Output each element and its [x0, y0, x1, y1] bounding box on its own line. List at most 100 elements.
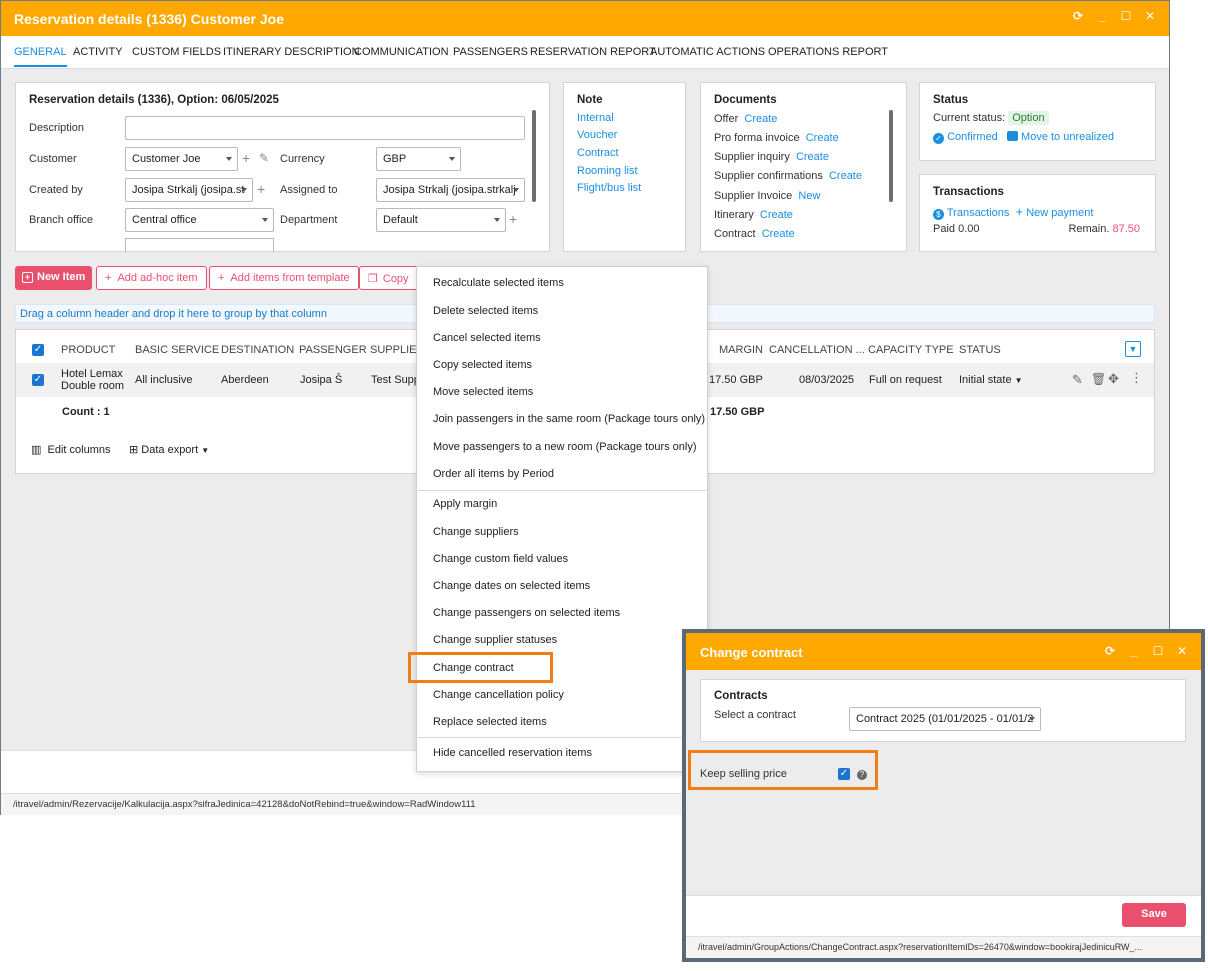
tab-itinerary-description[interactable]: ITINERARY DESCRIPTION — [223, 46, 360, 58]
details-scrollbar[interactable] — [532, 110, 536, 202]
tab-communication[interactable]: COMMUNICATION — [354, 46, 449, 58]
assigned-to-select[interactable]: Josipa Strkalj (josipa.strkalj — [376, 178, 525, 202]
add-department-icon[interactable]: + — [509, 212, 517, 226]
menu-replace-items[interactable]: Replace selected items — [433, 716, 547, 728]
refresh-icon[interactable]: ⟳ — [1103, 644, 1117, 658]
note-voucher-link[interactable]: Voucher — [577, 129, 617, 141]
col-margin[interactable]: MARGIN — [719, 344, 763, 356]
col-cancellation[interactable]: CANCELLATION ... — [769, 344, 865, 356]
menu-move[interactable]: Move selected items — [433, 386, 533, 398]
tab-automatic-actions[interactable]: AUTOMATIC ACTIONS — [650, 46, 765, 58]
status-dropdown[interactable]: Initial state ▼ — [959, 374, 1023, 386]
note-flight-bus-link[interactable]: Flight/bus list — [577, 182, 641, 194]
menu-recalculate[interactable]: Recalculate selected items — [433, 277, 564, 289]
menu-change-dates[interactable]: Change dates on selected items — [433, 580, 590, 592]
minimize-icon[interactable]: _ — [1127, 644, 1141, 658]
note-internal-link[interactable]: Internal — [577, 112, 614, 124]
add-template-button[interactable]: + Add items from template — [209, 266, 359, 290]
col-destination[interactable]: DESTINATION — [221, 344, 294, 356]
description-input[interactable] — [125, 116, 525, 140]
move-to-unrealized-link[interactable]: Move to unrealized — [1021, 131, 1114, 143]
col-status[interactable]: STATUS — [959, 344, 1001, 356]
branch-select[interactable]: Central office — [125, 208, 274, 232]
tab-general[interactable]: GENERAL — [14, 46, 67, 67]
currency-select[interactable]: GBP — [376, 147, 461, 171]
close-icon[interactable]: ✕ — [1175, 644, 1189, 658]
add-adhoc-button[interactable]: + Add ad-hoc item — [96, 266, 207, 290]
menu-copy[interactable]: Copy selected items — [433, 359, 532, 371]
menu-move-passengers[interactable]: Move passengers to a new room (Package t… — [433, 441, 697, 453]
created-by-select[interactable]: Josipa Strkalj (josipa.st — [125, 178, 253, 202]
delete-trash-icon[interactable]: 🗑 — [1091, 372, 1106, 386]
menu-order-by-period[interactable]: Order all items by Period — [433, 468, 554, 480]
edit-columns-button[interactable]: ▥ Edit columns — [31, 443, 111, 456]
tab-activity[interactable]: ACTIVITY — [73, 46, 123, 58]
refresh-icon[interactable]: ⟳ — [1071, 9, 1085, 23]
description-label: Description — [29, 122, 85, 134]
row-checkbox[interactable]: ✓ — [32, 374, 44, 386]
transactions-link[interactable]: Transactions — [947, 207, 1010, 219]
menu-join-passengers[interactable]: Join passengers in the same room (Packag… — [433, 413, 705, 425]
col-basic-service[interactable]: BASIC SERVICE — [135, 344, 219, 356]
copy-button[interactable]: ❐ Copy — [359, 266, 418, 290]
customer-select[interactable]: Customer Joe — [125, 147, 238, 171]
context-menu: Recalculate selected items Delete select… — [416, 266, 708, 772]
move-arrows-icon[interactable]: ✥ — [1108, 371, 1119, 387]
doc-row-supplier-confirmations: Supplier confirmations Create — [714, 170, 862, 182]
menu-cancel[interactable]: Cancel selected items — [433, 332, 541, 344]
select-all-checkbox[interactable]: ✓ — [32, 344, 44, 356]
supplier-link[interactable]: Test Supp — [371, 374, 420, 386]
col-capacity-type[interactable]: CAPACITY TYPE — [868, 344, 954, 356]
filter-icon[interactable]: ▼ — [1125, 341, 1141, 357]
status-title: Status — [933, 94, 969, 106]
tab-reservation-report[interactable]: RESERVATION REPORT — [530, 46, 656, 58]
save-button[interactable]: Save — [1122, 903, 1186, 927]
contract-select[interactable]: Contract 2025 (01/01/2025 - 01/01/2 — [849, 707, 1041, 731]
doc-create-link[interactable]: Create — [744, 113, 777, 125]
add-customer-icon[interactable]: + — [242, 151, 250, 165]
department-select[interactable]: Default — [376, 208, 506, 232]
maximize-icon[interactable]: ☐ — [1119, 9, 1133, 23]
doc-create-link[interactable]: Create — [806, 132, 839, 144]
col-passenger[interactable]: PASSENGER — [299, 344, 367, 356]
tab-custom-fields[interactable]: CUSTOM FIELDS — [132, 46, 221, 58]
tab-operations-report[interactable]: OPERATIONS REPORT — [768, 46, 888, 58]
edit-pencil-icon[interactable]: ✎ — [259, 151, 269, 165]
confirmed-link[interactable]: Confirmed — [947, 131, 998, 143]
menu-hide-cancelled[interactable]: Hide cancelled reservation items — [433, 747, 592, 759]
menu-change-supplier-statuses[interactable]: Change supplier statuses — [433, 634, 557, 646]
menu-change-passengers[interactable]: Change passengers on selected items — [433, 607, 620, 619]
doc-row-contract: Contract Create — [714, 228, 795, 240]
new-item-button[interactable]: + New Item — [15, 266, 93, 290]
columns-icon: ▥ — [31, 444, 42, 456]
menu-change-suppliers[interactable]: Change suppliers — [433, 526, 519, 538]
chevron-down-icon — [226, 157, 232, 161]
menu-apply-margin[interactable]: Apply margin — [433, 498, 497, 510]
maximize-icon[interactable]: ☐ — [1151, 644, 1165, 658]
doc-create-link[interactable]: Create — [796, 151, 829, 163]
doc-create-link[interactable]: Create — [829, 170, 862, 182]
menu-change-cancellation-policy[interactable]: Change cancellation policy — [433, 689, 564, 701]
note-rooming-list-link[interactable]: Rooming list — [577, 165, 638, 177]
menu-delete[interactable]: Delete selected items — [433, 305, 538, 317]
close-icon[interactable]: ✕ — [1143, 9, 1157, 23]
cancellation-cell: 08/03/2025 — [799, 374, 855, 386]
menu-change-custom-fields[interactable]: Change custom field values — [433, 553, 568, 565]
new-payment-link[interactable]: New payment — [1026, 207, 1093, 219]
data-export-button[interactable]: ⊞ Data export ▼ — [129, 443, 209, 456]
more-vertical-icon[interactable]: ⋮ — [1130, 370, 1143, 386]
doc-new-link[interactable]: New — [798, 190, 820, 202]
documents-scrollbar[interactable] — [889, 110, 893, 202]
edit-pencil-icon[interactable]: ✎ — [1072, 372, 1083, 388]
add-created-by-icon[interactable]: + — [257, 182, 265, 196]
menu-divider — [418, 737, 706, 738]
minimize-icon[interactable]: _ — [1095, 9, 1109, 23]
tab-passengers[interactable]: PASSENGERS — [453, 46, 528, 58]
product-link[interactable]: Hotel Lemax — [61, 368, 123, 380]
doc-create-link[interactable]: Create — [760, 209, 793, 221]
doc-create-link[interactable]: Create — [762, 228, 795, 240]
col-product[interactable]: PRODUCT — [61, 344, 115, 356]
dialog-title: Change contract — [700, 645, 803, 660]
note-contract-link[interactable]: Contract — [577, 147, 619, 159]
change-contract-dialog: Change contract ⟳ _ ☐ ✕ Contracts Select… — [682, 629, 1205, 962]
